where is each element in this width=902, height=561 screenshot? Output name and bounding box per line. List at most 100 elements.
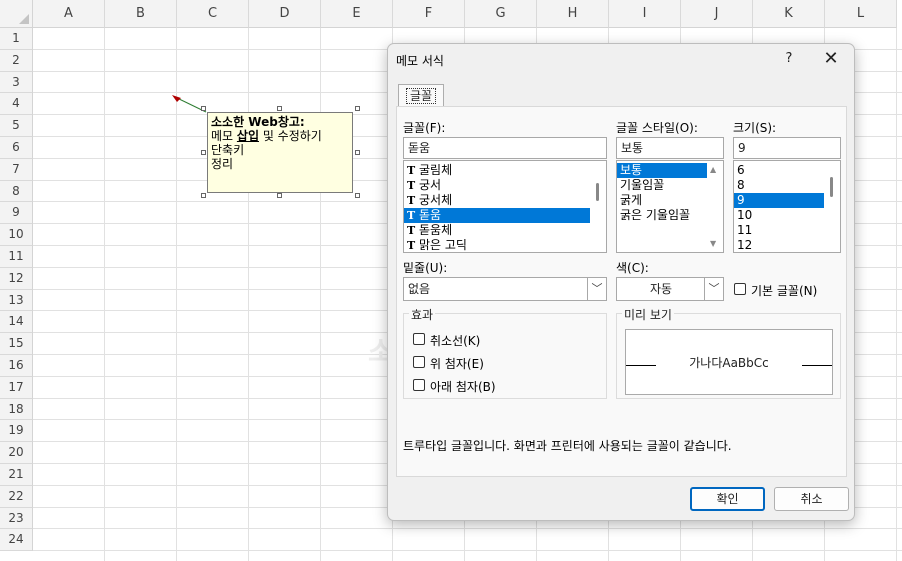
underline-select[interactable]: 없음 ﹀: [403, 277, 607, 301]
effects-label: 효과: [409, 306, 436, 323]
row-header-23[interactable]: 23: [0, 507, 33, 530]
normal-font-checkbox[interactable]: [734, 283, 746, 295]
select-all-corner[interactable]: [0, 0, 33, 28]
style-label: 글꼴 스타일(O):: [616, 121, 698, 135]
row-header-22[interactable]: 22: [0, 485, 33, 508]
subscript-checkbox[interactable]: [413, 379, 425, 391]
column-header-C[interactable]: C: [177, 0, 249, 28]
column-header-J[interactable]: J: [681, 0, 753, 28]
column-header-A[interactable]: A: [33, 0, 105, 28]
resize-handle[interactable]: [277, 193, 282, 198]
row-header-13[interactable]: 13: [0, 289, 33, 312]
truetype-icon: T: [407, 194, 416, 207]
comment-line: 단축키: [211, 143, 245, 157]
column-header-I[interactable]: I: [609, 0, 681, 28]
help-button[interactable]: ?: [778, 48, 800, 70]
column-header-E[interactable]: E: [321, 0, 393, 28]
format-comment-dialog: 메모 서식 ? ✕ 글꼴 글꼴(F): 돋움 T 굴림체 T 궁서 T 궁서체 T 돋움 T 돋움…: [387, 43, 855, 521]
comment-arrow: [172, 95, 207, 113]
row-header-9[interactable]: 9: [0, 202, 33, 225]
chevron-down-icon: ﹀: [587, 278, 606, 300]
resize-handle[interactable]: [201, 150, 206, 155]
row-header-8[interactable]: 8: [0, 180, 33, 203]
row-header-11[interactable]: 11: [0, 246, 33, 268]
row-header-18[interactable]: 18: [0, 398, 33, 421]
preview-label: 미리 보기: [622, 306, 674, 323]
row-header-17[interactable]: 17: [0, 376, 33, 399]
row-header-20[interactable]: 20: [0, 442, 33, 464]
row-header-4[interactable]: 4: [0, 93, 33, 116]
row-header-24[interactable]: 24: [0, 529, 33, 552]
font-list-item[interactable]: T 궁서: [404, 178, 606, 193]
row-header-2[interactable]: 2: [0, 49, 33, 72]
normal-font-label: 기본 글꼴(N): [751, 284, 818, 298]
cancel-button[interactable]: 취소: [774, 487, 849, 511]
row-header-7[interactable]: 7: [0, 158, 33, 181]
close-icon[interactable]: ✕: [818, 48, 844, 70]
color-select[interactable]: 자동 ﹀: [616, 277, 724, 301]
truetype-icon: T: [407, 209, 416, 222]
resize-handle[interactable]: [201, 106, 206, 111]
column-header-G[interactable]: G: [465, 0, 537, 28]
strikethrough-checkbox[interactable]: [413, 333, 425, 345]
style-input[interactable]: 보통: [616, 137, 724, 159]
size-list-scrollbar[interactable]: [824, 161, 840, 252]
row-header-6[interactable]: 6: [0, 137, 33, 159]
size-list[interactable]: 6 8 9 10 11 12: [733, 160, 841, 253]
strikethrough-label: 취소선(K): [430, 334, 481, 348]
dialog-title: 메모 서식: [396, 54, 444, 68]
tab-font[interactable]: 글꼴: [398, 84, 444, 106]
row-header-19[interactable]: 19: [0, 420, 33, 443]
superscript-label: 위 첨자(E): [430, 357, 484, 371]
font-list-scrollbar[interactable]: [590, 161, 606, 252]
gridline: [896, 28, 897, 561]
color-label: 색(C):: [616, 261, 649, 275]
font-input[interactable]: 돋움: [403, 137, 607, 159]
size-input[interactable]: 9: [733, 137, 841, 159]
row-header-10[interactable]: 10: [0, 224, 33, 246]
row-header-21[interactable]: 21: [0, 464, 33, 486]
column-header-F[interactable]: F: [393, 0, 465, 28]
resize-handle[interactable]: [355, 106, 360, 111]
column-header-D[interactable]: D: [249, 0, 321, 28]
column-header-H[interactable]: H: [537, 0, 609, 28]
gridline: [33, 528, 902, 530]
comment-line: 정리: [211, 157, 234, 171]
resize-handle[interactable]: [355, 193, 360, 198]
gridline: [248, 28, 249, 561]
style-list-scrollbar[interactable]: ▲ ▼: [707, 161, 723, 252]
font-list-item[interactable]: T 맑은 고딕: [404, 238, 606, 252]
font-list-item[interactable]: T 굴림체: [404, 163, 606, 178]
column-header-B[interactable]: B: [105, 0, 177, 28]
font-list-item[interactable]: T 돋움: [404, 208, 606, 223]
row-header-12[interactable]: 12: [0, 267, 33, 290]
font-list-item[interactable]: T 궁서체: [404, 193, 606, 208]
column-header-K[interactable]: K: [753, 0, 825, 28]
cell-comment[interactable]: 소소한 Web창고: 메모 삽입 및 수정하기 단축키 정리: [207, 112, 353, 193]
underline-label: 밑줄(U):: [403, 261, 448, 275]
style-list[interactable]: 보통 기울임꼴 굵게 굵은 기울임꼴 ▲ ▼: [616, 160, 724, 253]
gridline: [320, 28, 321, 561]
row-header-1[interactable]: 1: [0, 28, 33, 50]
row-header-5[interactable]: 5: [0, 115, 33, 137]
row-header-15[interactable]: 15: [0, 333, 33, 355]
resize-handle[interactable]: [355, 150, 360, 155]
row-header-16[interactable]: 16: [0, 355, 33, 377]
font-list[interactable]: T 굴림체 T 궁서 T 궁서체 T 돋움 T 돋움체 T 맑은 고딕: [403, 160, 607, 253]
preview-box: 가나다AaBbCc: [625, 329, 833, 395]
truetype-icon: T: [407, 224, 416, 237]
row-header-14[interactable]: 14: [0, 311, 33, 334]
info-text: 트루타입 글꼴입니다. 화면과 프린터에 사용되는 글꼴이 같습니다.: [403, 439, 732, 453]
font-list-item[interactable]: T 돋움체: [404, 223, 606, 238]
subscript-label: 아래 첨자(B): [430, 380, 496, 394]
comment-author: 소소한 Web창고:: [211, 115, 305, 129]
gridline: [104, 28, 105, 561]
row-header-3[interactable]: 3: [0, 71, 33, 94]
ok-button[interactable]: 확인: [690, 487, 765, 511]
superscript-checkbox[interactable]: [413, 356, 425, 368]
resize-handle[interactable]: [201, 193, 206, 198]
column-header-L[interactable]: L: [825, 0, 897, 28]
preview-text: 가나다AaBbCc: [689, 356, 769, 370]
size-label: 크기(S):: [733, 121, 777, 135]
resize-handle[interactable]: [277, 106, 282, 111]
